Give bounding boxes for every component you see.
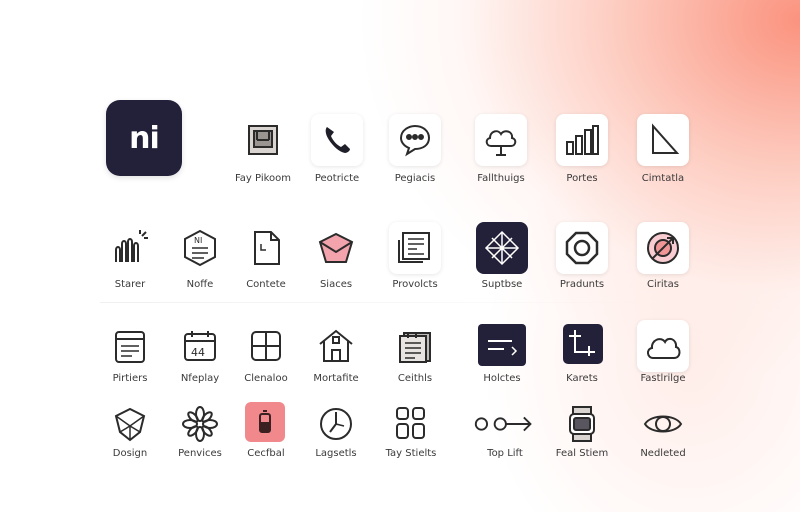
section-divider — [100, 302, 660, 303]
bar-chart-icon[interactable] — [556, 114, 608, 166]
newspaper-icon[interactable] — [389, 222, 441, 274]
label-chat: Pegiacis — [394, 173, 436, 184]
tag-icon[interactable] — [478, 324, 526, 366]
cloud-icon[interactable] — [475, 114, 527, 166]
label-tag: Holctes — [483, 373, 521, 384]
flower-icon[interactable] — [174, 398, 226, 450]
shield-icon[interactable] — [104, 398, 156, 450]
target-icon[interactable] — [637, 222, 689, 274]
box-icon[interactable] — [237, 114, 289, 166]
clipboard-icon[interactable] — [104, 320, 156, 372]
label-newspaper: Provolcts — [392, 279, 438, 290]
label-apps: Tay Stielts — [385, 448, 437, 459]
label-crop: Karets — [566, 373, 598, 384]
cloud-outline-icon[interactable] — [637, 320, 689, 372]
label-envelope: Siaces — [319, 279, 353, 290]
label-compass: Suptbse — [481, 279, 523, 290]
house-icon[interactable] — [310, 320, 362, 372]
document-icon[interactable] — [240, 222, 292, 274]
apps-icon[interactable] — [385, 398, 437, 450]
hexagon-badge-icon[interactable]: NI — [174, 222, 226, 274]
eye-icon[interactable] — [637, 398, 689, 450]
label-play: Cimtatla — [641, 173, 685, 184]
octagon-ring-icon[interactable] — [556, 222, 608, 274]
compass-icon[interactable] — [476, 222, 528, 274]
fan-icon[interactable] — [104, 222, 156, 274]
label-octagon: Pradunts — [559, 279, 605, 290]
notes-icon[interactable] — [389, 320, 441, 372]
app-logo-text: ni — [129, 120, 160, 156]
svg-text:44: 44 — [191, 346, 205, 359]
app-logo: ni — [106, 100, 182, 176]
play-triangle-icon[interactable] — [637, 114, 689, 166]
label-watch: Feal Stiem — [555, 448, 609, 459]
arrow-path-icon[interactable] — [470, 398, 540, 450]
battery-icon[interactable] — [245, 402, 285, 442]
envelope-icon[interactable] — [310, 222, 362, 274]
label-notes: Ceithls — [397, 373, 433, 384]
watch-icon[interactable] — [556, 398, 608, 450]
label-eye: Nedleted — [640, 448, 686, 459]
label-bar-chart: Portes — [566, 173, 598, 184]
calendar-icon[interactable]: 44 — [174, 320, 226, 372]
clock-icon[interactable] — [310, 398, 362, 450]
crop-icon[interactable] — [563, 324, 603, 364]
label-house: Mortafite — [313, 373, 359, 384]
phone-icon[interactable] — [311, 114, 363, 166]
label-phone: Peotricte — [314, 173, 360, 184]
label-cloud-outline: Fastlrilge — [640, 373, 686, 384]
svg-text:NI: NI — [194, 236, 202, 245]
grid-icon[interactable] — [240, 320, 292, 372]
chat-bubble-icon[interactable] — [389, 114, 441, 166]
label-target: Ciritas — [647, 279, 679, 290]
label-cloud: Fallthuigs — [477, 173, 525, 184]
